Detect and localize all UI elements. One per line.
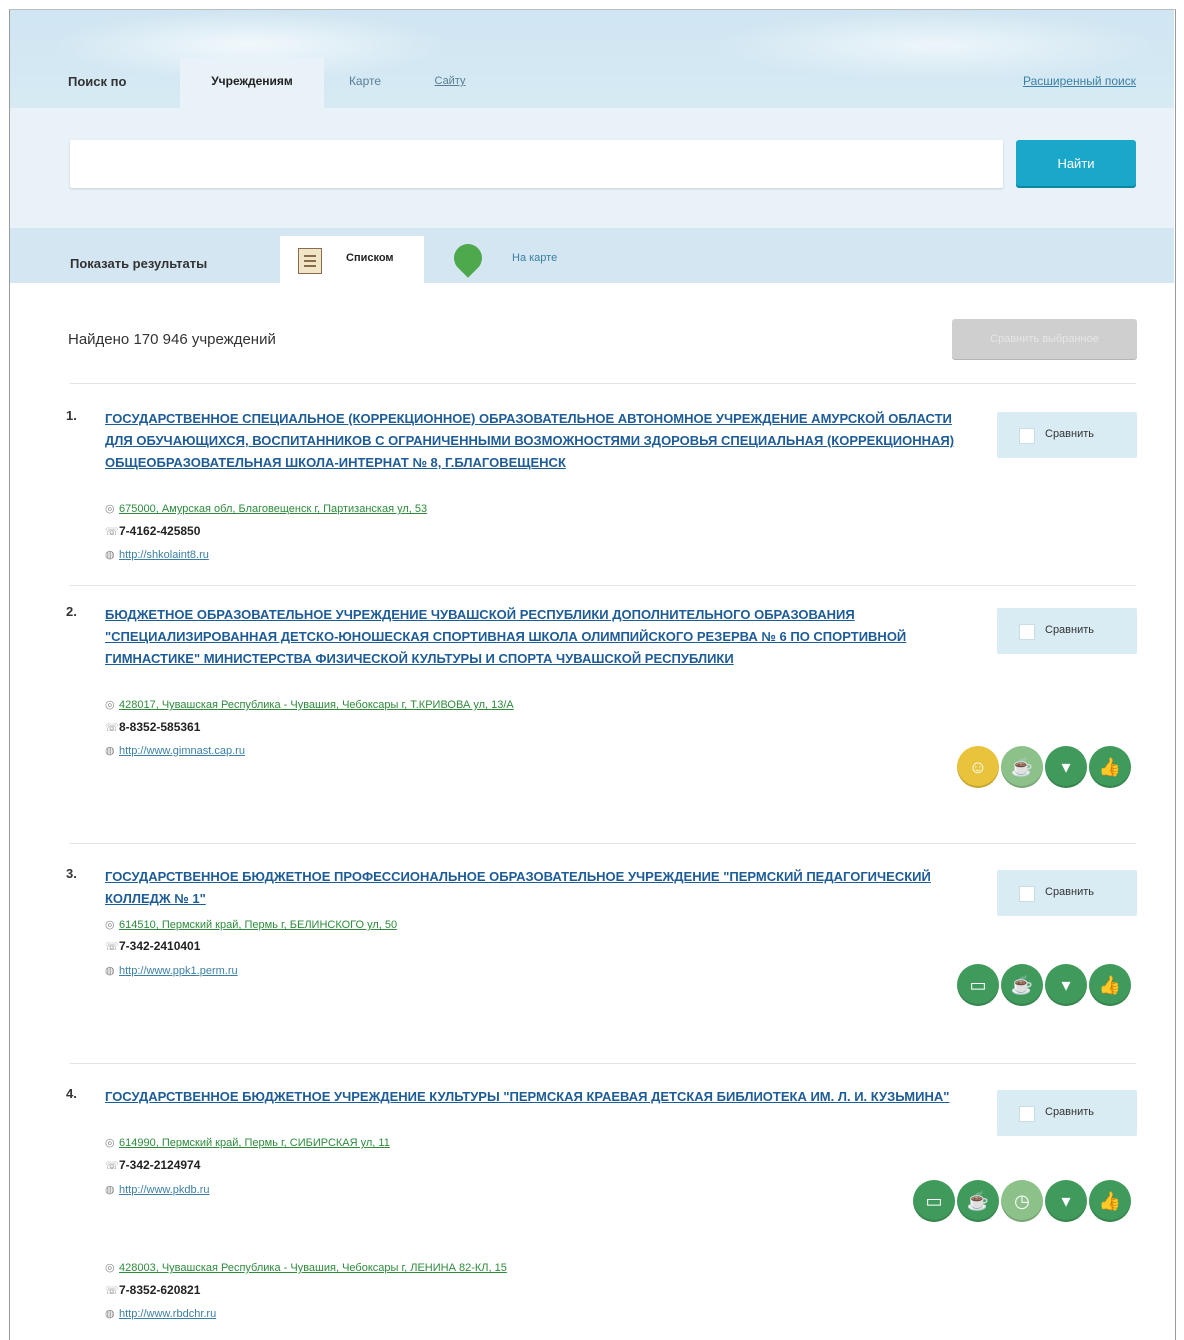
result-address-row: ◎ 675000, Амурская обл, Благовещенск г, П…: [105, 498, 427, 519]
cup-icon[interactable]: ☕: [957, 1180, 999, 1222]
compare-label: Сравнить: [1045, 886, 1095, 898]
cup-icon[interactable]: ☕: [1001, 964, 1043, 1006]
result-address-row: ◎ 428017, Чувашская Республика - Чувашия,…: [105, 694, 514, 715]
result-site-row: ◍ http://www.rbdchr.ru: [105, 1303, 216, 1324]
tab-institutions[interactable]: Учреждениям: [180, 58, 324, 108]
search-by-label: Поиск по: [68, 74, 127, 89]
find-button[interactable]: Найти: [1016, 140, 1136, 186]
result-phone-row: ☏7-8352-620821: [105, 1280, 200, 1301]
result-site-link[interactable]: http://shkolaint8.ru: [119, 549, 209, 561]
result-phone: 7-4162-425850: [119, 524, 201, 538]
globe-icon: ◍: [105, 1184, 115, 1196]
compare-button[interactable]: Сравнить: [997, 1090, 1137, 1136]
divider: [70, 383, 1136, 384]
phone-icon: ☏: [105, 1285, 119, 1297]
result-address-link[interactable]: 675000, Амурская обл, Благовещенск г, Па…: [119, 503, 427, 515]
compare-checkbox[interactable]: [1019, 624, 1035, 640]
globe-icon: ◍: [105, 745, 115, 757]
feature-badges: ▭ ☕ ▾ 👍: [957, 964, 1131, 1006]
result-phone: 8-8352-585361: [119, 720, 201, 734]
list-icon[interactable]: [298, 248, 322, 274]
result-phone-row: ☏7-4162-425850: [105, 521, 200, 542]
location-icon: ◎: [105, 919, 115, 931]
advanced-search-link[interactable]: Расширенный поиск: [1023, 74, 1136, 88]
result-address-row: ◎ 428003, Чувашская Республика - Чувашия,…: [105, 1257, 507, 1278]
divider: [70, 1063, 1136, 1064]
result-address-link[interactable]: 614990, Пермский край, Пермь г, СИБИРСКА…: [119, 1137, 390, 1149]
compare-selected-button[interactable]: Сравнить выбранное: [952, 319, 1137, 359]
phone-icon: ☏: [105, 941, 119, 953]
compare-checkbox[interactable]: [1019, 428, 1035, 444]
location-icon: ◎: [105, 1137, 115, 1149]
divider: [70, 843, 1136, 844]
tie-icon[interactable]: ▾: [1045, 964, 1087, 1006]
show-results-label: Показать результаты: [70, 256, 208, 271]
compare-button[interactable]: Сравнить: [997, 608, 1137, 654]
result-site-row: ◍ http://www.pkdb.ru: [105, 1179, 210, 1200]
thumb-up-icon[interactable]: 👍: [1089, 1180, 1131, 1222]
result-number: 2.: [66, 604, 77, 619]
result-address-link[interactable]: 428003, Чувашская Республика - Чувашия, …: [119, 1262, 507, 1274]
search-input[interactable]: [70, 140, 1003, 188]
feature-badges: ▭ ☕ ◷ ▾ 👍: [913, 1180, 1131, 1222]
result-address-row: ◎ 614990, Пермский край, Пермь г, СИБИРСК…: [105, 1132, 390, 1153]
view-map-label[interactable]: На карте: [512, 252, 557, 264]
clock-icon[interactable]: ◷: [1001, 1180, 1043, 1222]
view-list-label[interactable]: Списком: [346, 252, 394, 264]
phone-icon: ☏: [105, 722, 119, 734]
tie-icon[interactable]: ▾: [1045, 746, 1087, 788]
tab-map[interactable]: Карте: [345, 58, 385, 108]
result-number: 4.: [66, 1086, 77, 1101]
result-phone-row: ☏8-8352-585361: [105, 717, 200, 738]
compare-label: Сравнить: [1045, 428, 1095, 440]
result-site-link[interactable]: http://www.pkdb.ru: [119, 1184, 210, 1196]
cup-icon[interactable]: ☕: [1001, 746, 1043, 788]
result-phone: 7-342-2124974: [119, 1158, 201, 1172]
laptop-icon[interactable]: ▭: [913, 1180, 955, 1222]
tab-site[interactable]: Сайту: [428, 58, 472, 108]
compare-checkbox[interactable]: [1019, 1106, 1035, 1122]
result-site-row: ◍ http://shkolaint8.ru: [105, 544, 209, 565]
result-address-row: ◎ 614510, Пермский край, Пермь г, БЕЛИНСК…: [105, 914, 397, 935]
result-number: 3.: [66, 866, 77, 881]
result-site-row: ◍ http://www.gimnast.cap.ru: [105, 740, 245, 761]
header-decoration: [710, 10, 1160, 80]
feature-badges: ☺ ☕ ▾ 👍: [957, 746, 1131, 788]
result-phone: 7-342-2410401: [119, 939, 201, 953]
thumb-up-icon[interactable]: 👍: [1089, 746, 1131, 788]
location-icon: ◎: [105, 503, 115, 515]
result-site-link[interactable]: http://www.gimnast.cap.ru: [119, 745, 245, 757]
result-address-link[interactable]: 428017, Чувашская Республика - Чувашия, …: [119, 699, 514, 711]
location-icon: ◎: [105, 699, 115, 711]
phone-icon: ☏: [105, 526, 119, 538]
laptop-icon[interactable]: ▭: [957, 964, 999, 1006]
result-number: 1.: [66, 408, 77, 423]
result-title-link[interactable]: Государственное специальное (коррекционн…: [105, 408, 965, 474]
result-site-link[interactable]: http://www.rbdchr.ru: [119, 1308, 216, 1320]
globe-icon: ◍: [105, 965, 115, 977]
result-title-link[interactable]: Бюджетное образовательное учреждение Чув…: [105, 604, 965, 670]
compare-button[interactable]: Сравнить: [997, 412, 1137, 458]
compare-button[interactable]: Сравнить: [997, 870, 1137, 916]
compare-label: Сравнить: [1045, 624, 1095, 636]
divider: [70, 585, 1136, 586]
result-site-link[interactable]: http://www.ppk1.perm.ru: [119, 965, 238, 977]
result-title-link[interactable]: Государственное бюджетное профессиональн…: [105, 866, 965, 910]
results-count: Найдено 170 946 учреждений: [68, 331, 276, 348]
tie-icon[interactable]: ▾: [1045, 1180, 1087, 1222]
result-address-link[interactable]: 614510, Пермский край, Пермь г, БЕЛИНСКО…: [119, 919, 397, 931]
globe-icon: ◍: [105, 549, 115, 561]
compare-label: Сравнить: [1045, 1106, 1095, 1118]
smile-icon[interactable]: ☺: [957, 746, 999, 788]
thumb-up-icon[interactable]: 👍: [1089, 964, 1131, 1006]
phone-icon: ☏: [105, 1160, 119, 1172]
result-phone-row: ☏7-342-2410401: [105, 936, 200, 957]
location-icon: ◎: [105, 1262, 115, 1274]
result-phone: 7-8352-620821: [119, 1283, 201, 1297]
globe-icon: ◍: [105, 1308, 115, 1320]
result-phone-row: ☏7-342-2124974: [105, 1155, 200, 1176]
result-site-row: ◍ http://www.ppk1.perm.ru: [105, 960, 238, 981]
result-title-link[interactable]: Государственное бюджетное учреждение кул…: [105, 1086, 965, 1108]
compare-checkbox[interactable]: [1019, 886, 1035, 902]
